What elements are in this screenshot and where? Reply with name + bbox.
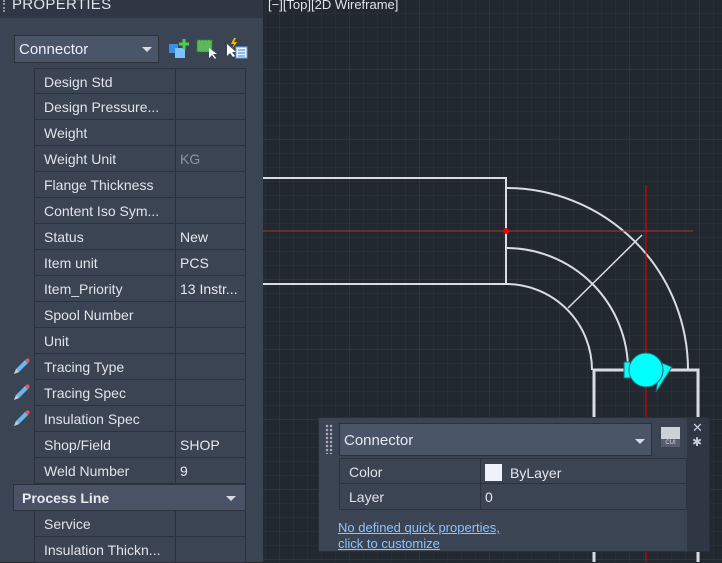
property-label: Status [35, 224, 176, 249]
property-label: Item unit [35, 250, 176, 275]
drag-handle[interactable] [325, 424, 333, 454]
properties-panel: PROPERTIES Connector Design Std Design Pr… [0, 0, 263, 563]
quick-properties-panel: Connector CUI Color ByLayer Layer 0 No def… [318, 417, 710, 552]
pencil-icon [14, 384, 30, 400]
color-swatch [485, 464, 502, 481]
property-value[interactable] [176, 537, 245, 562]
property-value[interactable] [176, 120, 245, 145]
add-selection-icon[interactable] [168, 38, 190, 60]
property-label: Weight [35, 120, 176, 145]
customize-cui-button[interactable]: CUI [661, 427, 680, 447]
property-row[interactable]: Unit [34, 328, 246, 354]
property-row[interactable]: Content Iso Sym... [34, 198, 246, 224]
select-objects-icon[interactable] [196, 38, 218, 60]
chevron-down-icon [142, 47, 152, 52]
qp-row-color[interactable]: Color ByLayer [339, 458, 687, 484]
property-row[interactable]: Weight Unit KG [34, 146, 246, 172]
property-label: Insulation Thickn... [35, 537, 176, 562]
property-label: Content Iso Sym... [35, 198, 176, 223]
object-type-dropdown[interactable]: Connector [14, 35, 159, 63]
viewport-label[interactable]: [−][Top][2D Wireframe] [268, 0, 398, 12]
property-label: Design Std [35, 69, 176, 93]
property-row[interactable]: Insulation Thickn... [34, 537, 246, 563]
property-row[interactable]: Shop/Field SHOP [34, 432, 246, 458]
property-row[interactable]: Status New [34, 224, 246, 250]
property-label: Shop/Field [35, 432, 176, 457]
property-value[interactable] [176, 198, 245, 223]
chevron-down-icon [226, 496, 236, 501]
property-row[interactable]: Weight [34, 120, 246, 146]
qp-grid: Color ByLayer Layer 0 [339, 458, 687, 510]
grip-icon[interactable] [3, 0, 6, 12]
property-value[interactable]: 13 Instr... [176, 276, 245, 301]
property-row[interactable]: Weld Number 9 [34, 458, 246, 484]
property-value[interactable]: New [176, 224, 245, 249]
category-process-line[interactable]: Process Line [13, 484, 246, 511]
property-label: Tracing Type [35, 354, 176, 379]
property-value[interactable] [176, 328, 245, 353]
property-label: Design Pressure... [35, 94, 176, 119]
panel-title: PROPERTIES [0, 0, 263, 18]
pencil-icon [14, 410, 30, 426]
quick-select-icon[interactable] [226, 38, 248, 60]
property-value[interactable]: 9 [176, 458, 245, 483]
qp-object-type-dropdown[interactable]: Connector [339, 423, 652, 456]
property-value[interactable] [176, 406, 245, 431]
property-row[interactable]: Insulation Spec [14, 406, 246, 432]
property-label: Tracing Spec [35, 380, 176, 405]
property-label: Weld Number [35, 458, 176, 483]
property-value[interactable] [176, 302, 245, 327]
gear-icon[interactable]: ✱ [692, 435, 702, 449]
customize-link[interactable]: No defined quick properties, click to cus… [338, 520, 500, 552]
property-grid: Design Std Design Pressure... Weight Weight… [13, 68, 246, 563]
property-row[interactable]: Flange Thickness [34, 172, 246, 198]
property-value[interactable] [176, 172, 245, 197]
property-label: Weight Unit [35, 146, 176, 171]
property-label: Service [35, 511, 176, 536]
property-label: Insulation Spec [35, 406, 176, 431]
property-row[interactable]: Spool Number [34, 302, 246, 328]
property-row[interactable]: Tracing Type [14, 354, 246, 380]
property-row[interactable]: Service [34, 511, 246, 537]
property-row[interactable]: Item unit PCS [34, 250, 246, 276]
property-row[interactable]: Tracing Spec [14, 380, 246, 406]
property-value[interactable]: SHOP [176, 432, 245, 457]
property-row[interactable]: Item_Priority 13 Instr... [34, 276, 246, 302]
close-icon[interactable]: ✕ [692, 420, 703, 436]
property-value[interactable] [176, 69, 245, 93]
property-row[interactable]: Design Pressure... [34, 94, 246, 120]
property-value[interactable] [176, 354, 245, 379]
property-label: Flange Thickness [35, 172, 176, 197]
pencil-icon [14, 358, 30, 374]
property-label: Spool Number [35, 302, 176, 327]
property-label: Unit [35, 328, 176, 353]
property-row[interactable]: Design Std [34, 68, 246, 94]
property-value[interactable]: KG [176, 146, 245, 171]
qp-row-layer[interactable]: Layer 0 [339, 484, 687, 510]
property-value[interactable]: PCS [176, 250, 245, 275]
property-value[interactable] [176, 380, 245, 405]
property-value[interactable] [176, 511, 245, 536]
chevron-down-icon [635, 439, 645, 444]
property-value[interactable] [176, 94, 245, 119]
property-label: Item_Priority [35, 276, 176, 301]
